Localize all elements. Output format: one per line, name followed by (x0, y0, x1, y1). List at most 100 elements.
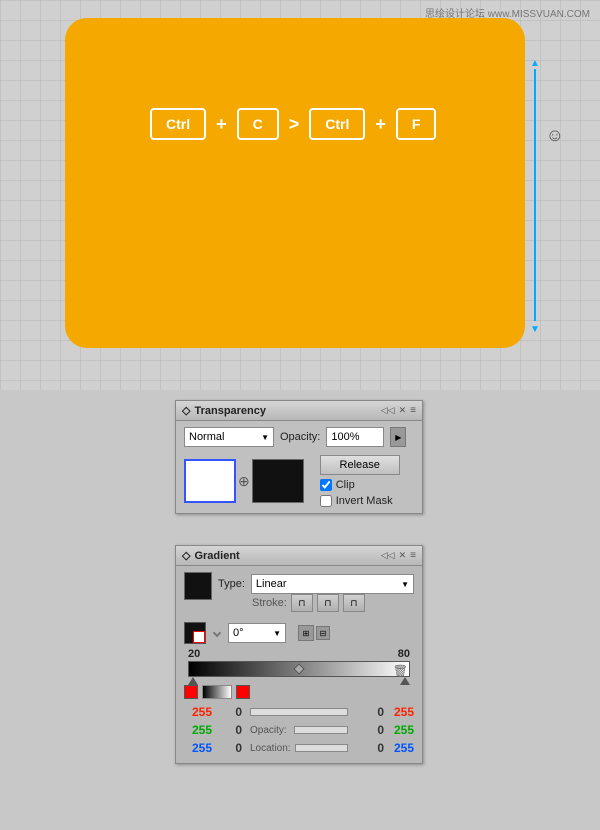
rgb-slider-red[interactable] (250, 708, 348, 716)
gradient-menu-btn[interactable]: ≡ (410, 550, 416, 561)
blue-right-zero: 0 (356, 741, 384, 755)
invert-checkbox-row: Invert Mask (320, 495, 400, 507)
transparency-panel-body: Normal ▼ Opacity: 100% ▶ ⊕ Release (176, 421, 422, 513)
invert-checkbox[interactable] (320, 495, 332, 507)
gradient-panel-controls: ◁◁ ✕ ≡ (381, 550, 416, 561)
gradient-swatch[interactable] (184, 572, 212, 600)
mask-thumbnail (252, 459, 304, 503)
green-right-val: 255 (386, 723, 414, 737)
stroke-btn-3[interactable]: ⊓ (343, 594, 365, 612)
gradient-stop-right[interactable] (400, 677, 410, 685)
rgb-left-green: 255 0 (184, 723, 244, 737)
stroke-btn-1[interactable]: ⊓ (291, 594, 313, 612)
blue-line (534, 69, 536, 321)
invert-label: Invert Mask (336, 495, 393, 507)
gradient-swatch-type-row: Type: Linear ▼ Stroke: ⊓ ⊓ ⊓ (184, 572, 414, 616)
opacity-label: Opacity: (280, 431, 320, 443)
opacity-select[interactable]: 100% (326, 427, 384, 447)
transparency-panel: ◇ Transparency ◁◁ ✕ ≡ Normal ▼ Opacity: … (175, 400, 423, 514)
angle-row: 0° ▼ ⊞ ⊟ (184, 622, 414, 644)
aspect-icon-2[interactable]: ⊟ (316, 626, 330, 640)
stop-swatch-right[interactable] (236, 685, 250, 699)
plus-1: + (216, 114, 227, 135)
gradient-type-select[interactable]: Linear ▼ (251, 574, 414, 594)
layer-thumbnail (184, 459, 236, 503)
opacity-mid-label: Opacity: (250, 725, 290, 736)
transparency-options: Release Clip Invert Mask (320, 455, 400, 507)
thumbnail-row: ⊕ Release Clip Invert Mask (184, 455, 414, 507)
gradient-panel: ◇ Gradient ◁◁ ✕ ≡ Type: Linear ▼ (175, 545, 423, 764)
red-right-zero: 0 (356, 705, 384, 719)
rgb-right-green: 0 255 (354, 723, 414, 737)
gradient-collapse-btn[interactable]: ◁◁ (381, 550, 395, 561)
red-left-zero: 0 (214, 705, 242, 719)
canvas-area: Ctrl + C > Ctrl + F ☺ 思绘设计论坛 www.MISSVUA… (0, 0, 600, 390)
canvas-content: Ctrl + C > Ctrl + F ☺ 思绘设计论坛 www.MISSVUA… (0, 0, 600, 390)
blend-mode-arrow: ▼ (261, 433, 269, 442)
transparency-panel-header[interactable]: ◇ Transparency ◁◁ ✕ ≡ (176, 401, 422, 421)
colorstop-row (184, 685, 414, 699)
rgb-left-red: 255 0 (184, 705, 244, 719)
rgb-left-blue: 255 0 (184, 741, 244, 755)
angle-select[interactable]: 0° ▼ (228, 623, 286, 643)
watermark: 思绘设计论坛 www.MISSVUAN.COM (425, 5, 590, 20)
gradient-bar-container: 20 80 🗑 (184, 648, 414, 677)
clip-label: Clip (336, 479, 355, 491)
rgb-rows: 255 0 0 255 255 0 (184, 703, 414, 757)
gradient-type-row: Type: Linear ▼ (218, 574, 414, 594)
gradient-close-btn[interactable]: ✕ (399, 550, 407, 561)
gradient-chevron-icon: ◇ (182, 549, 190, 562)
plus-2: + (375, 114, 386, 135)
green-left-zero: 0 (214, 723, 242, 737)
delete-stop-icon[interactable]: 🗑 (393, 664, 408, 678)
bar-label-right: 80 (398, 648, 410, 660)
opacity-value: 100% (331, 431, 359, 443)
chevron-icon: ◇ (182, 404, 190, 417)
rgb-row-green: 255 0 Opacity: 0 255 (184, 721, 414, 739)
blue-left-val: 255 (184, 741, 212, 755)
release-button[interactable]: Release (320, 455, 400, 475)
arrow-up-icon (530, 55, 540, 69)
gradient-panel-header[interactable]: ◇ Gradient ◁◁ ✕ ≡ (176, 546, 422, 566)
stroke-label: Stroke: (252, 597, 287, 609)
rgb-slider-green[interactable] (294, 726, 348, 734)
face-icon: ☺ (546, 125, 564, 146)
aspect-icons: ⊞ ⊟ (294, 625, 330, 641)
key-c: C (237, 108, 279, 140)
aspect-icon-1[interactable]: ⊞ (298, 625, 314, 641)
gradient-bar-labels: 20 80 (184, 648, 414, 660)
clip-checkbox[interactable] (320, 479, 332, 491)
orange-shape (65, 18, 525, 348)
panel-collapse-btn[interactable]: ◁◁ (381, 405, 395, 416)
chain-link-icon: ⊕ (238, 473, 250, 490)
rgb-row-blue: 255 0 Location: 0 255 (184, 739, 414, 757)
red-left-val: 255 (184, 705, 212, 719)
blend-mode-select[interactable]: Normal ▼ (184, 427, 274, 447)
panel-menu-btn[interactable]: ≡ (410, 405, 416, 416)
rgb-mid-red (244, 708, 354, 716)
shortcut-display: Ctrl + C > Ctrl + F (150, 108, 436, 140)
arrow-op: > (289, 114, 300, 135)
green-left-val: 255 (184, 723, 212, 737)
transparency-panel-title: ◇ Transparency (182, 404, 266, 417)
rgb-mid-blue: Location: (244, 743, 354, 754)
blend-mode-value: Normal (189, 431, 224, 443)
stop-swatch-left[interactable] (184, 685, 198, 699)
red-right-val: 255 (386, 705, 414, 719)
opacity-increment-btn[interactable]: ▶ (390, 427, 406, 447)
angle-arrow: ▼ (273, 629, 281, 638)
green-right-zero: 0 (356, 723, 384, 737)
transparency-panel-controls: ◁◁ ✕ ≡ (381, 405, 416, 416)
rgb-slider-blue[interactable] (295, 744, 348, 752)
type-label: Type: (218, 578, 245, 590)
gradient-stop-left[interactable] (188, 677, 198, 685)
gradient-bar-wrapper[interactable] (188, 661, 410, 677)
key-ctrl-2: Ctrl (309, 108, 365, 140)
panel-close-btn[interactable]: ✕ (399, 405, 407, 416)
blue-arrow-indicator (525, 55, 545, 335)
stop-gradient-preview (202, 685, 232, 699)
stroke-btn-2[interactable]: ⊓ (317, 594, 339, 612)
gradient-panel-body: Type: Linear ▼ Stroke: ⊓ ⊓ ⊓ (176, 566, 422, 763)
thumbnail-container: ⊕ (184, 459, 304, 503)
bar-label-left: 20 (188, 648, 200, 660)
